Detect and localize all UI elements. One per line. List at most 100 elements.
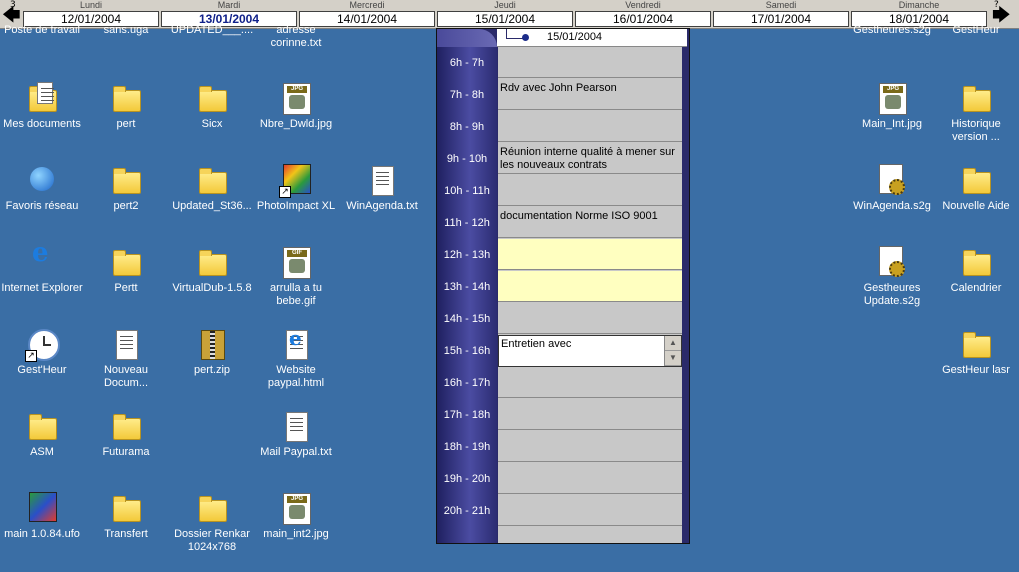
desktop-icon-label: main_int2.jpg — [263, 528, 329, 540]
desktop-icon[interactable]: WinAgenda.s2g — [850, 164, 934, 213]
desktop-icon[interactable]: Updated_St36... — [170, 164, 254, 213]
desktop-icon-label: GestHeur — [952, 24, 1000, 36]
desktop-icon[interactable]: adresse corinne.txt — [254, 24, 338, 50]
desktop-icon-label: Internet Explorer — [1, 282, 83, 294]
desktop-icon[interactable]: GIF arrulla a tu bebe.gif — [254, 246, 338, 308]
folder-icon — [109, 410, 143, 444]
scroll-up-icon[interactable]: ▲ — [665, 336, 681, 351]
desktop-icon[interactable]: main 1.0.84.ufo — [0, 492, 84, 541]
desktop-icon[interactable]: UPDATED___.... — [170, 24, 254, 37]
desktop-icon[interactable]: JPG Main_Int.jpg — [850, 82, 934, 131]
jpg-file-icon: JPG — [875, 82, 909, 116]
scroll-down-icon[interactable]: ▼ — [665, 351, 681, 366]
zip-file-icon — [195, 328, 229, 362]
hour-column: 6h - 7h 7h - 8h 8h - 9h 9h - 10h 10h - 11h 11… — [437, 47, 497, 543]
folder-icon — [109, 82, 143, 116]
time-slot[interactable] — [498, 463, 682, 494]
folder-icon — [195, 492, 229, 526]
desktop-icon[interactable]: Mes documents — [0, 82, 84, 131]
time-slot[interactable] — [498, 367, 682, 398]
hour-label: 18h - 19h — [443, 441, 491, 453]
time-slot[interactable] — [498, 271, 682, 302]
desktop-icon[interactable]: e Internet Explorer — [0, 238, 84, 295]
s2g-file-icon — [875, 164, 909, 198]
arrow-right-icon: 🡆 — [992, 5, 1011, 26]
time-slot[interactable]: Réunion interne qualité à mener sur les … — [498, 143, 682, 174]
desktop-icon[interactable]: Gestheures Update.s2g — [850, 246, 934, 308]
desktop-icon[interactable]: WinAgenda.txt — [340, 164, 424, 213]
desktop-icon-label: Transfert — [104, 528, 148, 540]
desktop-icon[interactable]: ASM — [0, 410, 84, 459]
desktop-icon[interactable]: VirtualDub-1.5.8 — [170, 246, 254, 295]
desktop-icon[interactable]: JPG main_int2.jpg — [254, 492, 338, 541]
hour-label: 9h - 10h — [446, 153, 488, 165]
editor-scrollbar[interactable]: ▲ ▼ — [664, 336, 681, 366]
desktop-icon[interactable]: pert.zip — [170, 328, 254, 377]
desktop-icon[interactable]: ↗ PhotoImpact XL — [254, 164, 338, 213]
pin-line — [506, 29, 523, 39]
day-saturday[interactable]: Samedi 17/01/2004 — [712, 0, 850, 28]
desktop-icon-label: Main_Int.jpg — [862, 118, 922, 130]
desktop-icon[interactable]: JPG Nbre_Dwld.jpg — [254, 82, 338, 131]
hour-label: 12h - 13h — [443, 249, 491, 261]
desktop-icon[interactable]: Pertt — [84, 246, 168, 295]
jpg-file-icon: JPG — [279, 492, 313, 526]
photoimpact-icon: ↗ — [279, 164, 313, 198]
desktop-icon-label: arrulla a tu bebe.gif — [270, 282, 322, 307]
desktop-icon[interactable]: Favoris réseau — [0, 164, 84, 213]
desktop-icon[interactable]: GestHeur lasr — [934, 328, 1018, 377]
time-slot[interactable] — [498, 495, 682, 526]
desktop-icon[interactable]: sans.uga — [84, 24, 168, 37]
hour-label: 7h - 8h — [449, 89, 485, 101]
text-file-icon — [365, 164, 399, 198]
desktop-icon[interactable]: Historique version ... — [934, 82, 1018, 144]
desktop-icon-label: Nouveau Docum... — [103, 364, 149, 389]
desktop-icon[interactable]: pert — [84, 82, 168, 131]
text-file-icon — [109, 328, 143, 362]
day-thursday[interactable]: Jeudi 15/01/2004 — [436, 0, 574, 28]
day-name: Jeudi — [494, 0, 516, 10]
desktop-icon-label: Futurama — [102, 446, 150, 458]
time-slot[interactable] — [498, 47, 682, 78]
agenda-corner — [437, 29, 497, 47]
desktop-icon-label: Mail Paypal.txt — [260, 446, 332, 458]
desktop-icon[interactable]: Sicx — [170, 82, 254, 131]
time-slot[interactable] — [498, 111, 682, 142]
day-name: Mercredi — [349, 0, 385, 10]
desktop-icon-label: UPDATED___.... — [170, 24, 254, 36]
desktop-icon-label: adresse corinne.txt — [270, 24, 322, 49]
day-name: Vendredi — [625, 0, 661, 10]
network-icon — [25, 164, 59, 198]
desktop-icon[interactable]: Transfert — [84, 492, 168, 541]
desktop-icon[interactable]: pert2 — [84, 164, 168, 213]
time-slot[interactable] — [498, 431, 682, 462]
time-slot[interactable]: documentation Norme ISO 9001 — [498, 207, 682, 238]
desktop-icon[interactable]: Gestheures.s2g — [850, 24, 934, 37]
time-slot[interactable] — [498, 399, 682, 430]
desktop-icon[interactable]: e Website paypal.html — [254, 328, 338, 390]
desktop-icon-label: GestHeur lasr — [942, 364, 1010, 376]
time-slot[interactable] — [498, 239, 682, 270]
internet-explorer-icon: e — [32, 238, 49, 268]
appointment-editor[interactable]: Entretien avec ▲ ▼ — [498, 335, 682, 367]
time-slot[interactable]: Rdv avec John Pearson — [498, 79, 682, 110]
desktop-icon[interactable]: Nouveau Docum... — [84, 328, 168, 390]
desktop-icon-label: pert2 — [113, 200, 139, 212]
desktop-icon[interactable]: Mail Paypal.txt — [254, 410, 338, 459]
hour-label: 16h - 17h — [443, 377, 491, 389]
desktop-icon[interactable]: Dossier Renkar 1024x768 — [170, 492, 254, 554]
time-slot[interactable] — [498, 303, 682, 334]
folder-icon — [25, 410, 59, 444]
desktop-icon-label: Nouvelle Aide — [942, 200, 1010, 212]
desktop-icon[interactable]: Calendrier — [934, 246, 1018, 295]
time-slot[interactable] — [498, 175, 682, 206]
desktop-icon[interactable]: ↗ Gest'Heur — [0, 328, 84, 377]
folder-icon — [959, 246, 993, 280]
desktop-icon[interactable]: Futurama — [84, 410, 168, 459]
desktop-icon[interactable]: Nouvelle Aide — [934, 164, 1018, 213]
day-date: 17/01/2004 — [713, 11, 849, 27]
desktop-icon[interactable]: Poste de travail — [0, 24, 84, 37]
desktop-icon[interactable]: GestHeur — [934, 24, 1018, 37]
day-friday[interactable]: Vendredi 16/01/2004 — [574, 0, 712, 28]
desktop-icon-label: WinAgenda.txt — [346, 200, 418, 212]
